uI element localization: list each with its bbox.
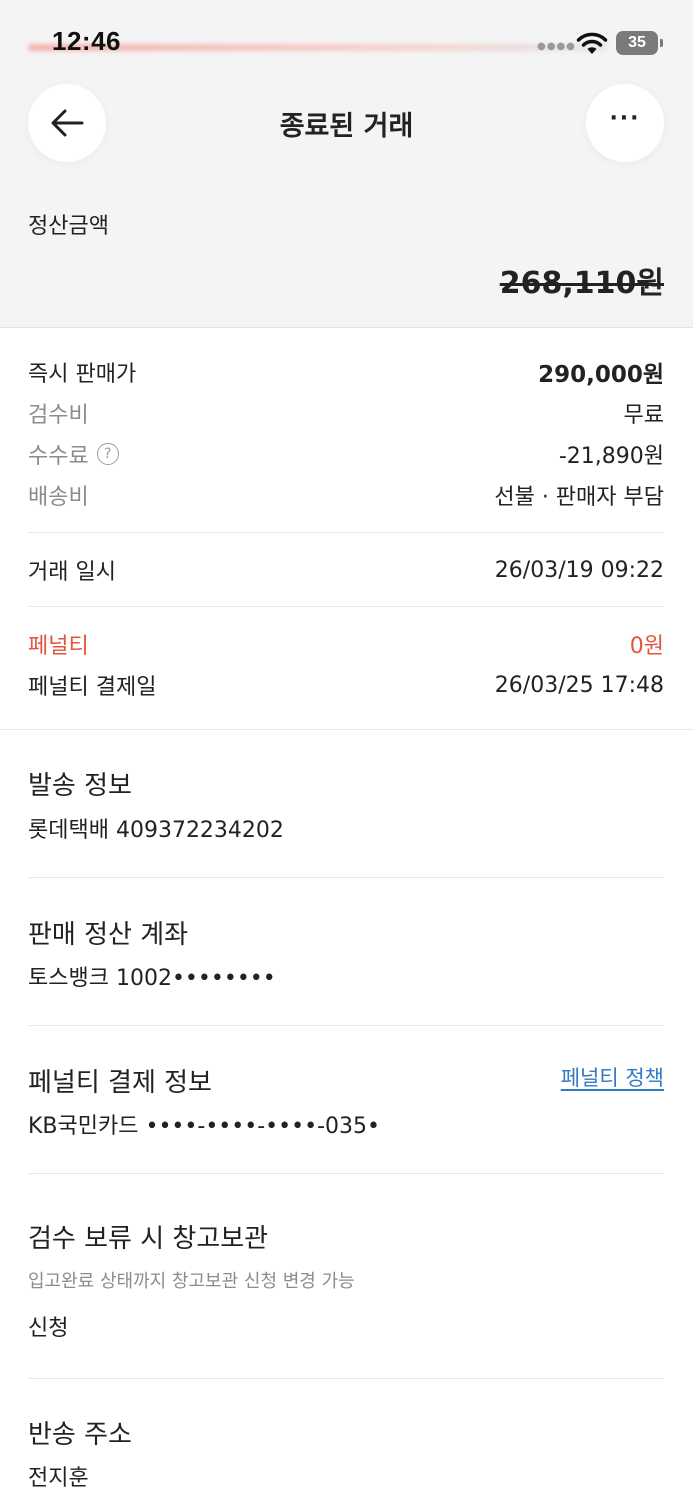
shipping-info-title: 발송 정보 xyxy=(28,771,132,801)
settlement-label: 정산금액 xyxy=(28,214,109,239)
status-bar: 12:46 ●●●● 35 xyxy=(0,0,693,90)
shipping-fee-row: 배송비 선불 · 판매자 부담 xyxy=(28,477,664,513)
more-options-button[interactable]: ··· xyxy=(586,84,664,162)
instant-price-label: 즉시 판매가 xyxy=(28,362,137,387)
trade-date-row: 거래 일시 26/03/19 09:22 xyxy=(28,552,664,588)
trade-date-label: 거래 일시 xyxy=(28,560,116,585)
penalty-payment-value: KB국민카드 ••••-••••-••••-035• xyxy=(28,1114,380,1139)
header-area: 12:46 ●●●● 35 종료된 거래 ··· xyxy=(0,0,693,178)
penalty-row: 페널티 0원 xyxy=(28,626,664,662)
inspection-fee-row: 검수비 무료 xyxy=(28,395,664,431)
commission-value: -21,890원 xyxy=(558,444,664,469)
penalty-label: 페널티 xyxy=(28,634,89,659)
inspection-fee-label: 검수비 xyxy=(28,403,89,428)
penalty-value: 0원 xyxy=(629,634,664,659)
return-address-name: 전지훈 xyxy=(28,1466,89,1491)
inspection-fee-value: 무료 xyxy=(623,403,664,428)
more-icon: ··· xyxy=(609,105,641,131)
penalty-date-row: 페널티 결제일 26/03/25 17:48 xyxy=(28,667,664,703)
instant-price-row: 즉시 판매가 290,000원 xyxy=(28,354,664,390)
divider xyxy=(28,1173,664,1174)
warehouse-title: 검수 보류 시 창고보관 xyxy=(28,1224,269,1254)
commission-row: 수수료 ? -21,890원 xyxy=(28,436,664,472)
shipping-fee-value: 선불 · 판매자 부담 xyxy=(494,485,664,510)
trade-date-value: 26/03/19 09:22 xyxy=(494,557,664,583)
status-time: 12:46 xyxy=(52,26,121,56)
battery-level: 35 xyxy=(628,34,646,51)
divider xyxy=(28,1378,664,1379)
settlement-account-title: 판매 정산 계좌 xyxy=(28,920,189,950)
instant-price-value: 290,000원 xyxy=(538,362,664,388)
return-address-title: 반송 주소 xyxy=(28,1420,132,1450)
divider xyxy=(28,1025,664,1026)
cellular-signal-icon: ●●●● xyxy=(537,41,576,52)
penalty-payment-title: 페널티 결제 정보 xyxy=(28,1068,212,1098)
penalty-policy-link[interactable]: 페널티 정책 xyxy=(561,1062,664,1092)
commission-label-group: 수수료 ? xyxy=(28,438,119,470)
penalty-date-value: 26/03/25 17:48 xyxy=(494,672,664,698)
help-icon[interactable]: ? xyxy=(96,443,119,465)
settlement-summary: 정산금액 268,110원 xyxy=(0,178,693,328)
shipping-fee-label: 배송비 xyxy=(28,485,89,510)
divider xyxy=(28,532,664,533)
settlement-amount: 268,110원 xyxy=(499,266,664,301)
wifi-icon xyxy=(576,32,608,54)
settlement-account-value: 토스뱅크 1002•••••••• xyxy=(28,966,276,991)
section-divider xyxy=(0,729,693,730)
divider xyxy=(28,877,664,878)
penalty-date-label: 페널티 결제일 xyxy=(28,675,157,700)
divider xyxy=(28,606,664,607)
warehouse-value[interactable]: 신청 xyxy=(28,1310,68,1342)
battery-icon: 35 xyxy=(616,31,663,55)
shipping-info-value: 롯데택배 409372234202 xyxy=(28,818,284,843)
commission-label: 수수료 xyxy=(28,444,89,469)
warehouse-note: 입고완료 상태까지 창고보관 신청 변경 가능 xyxy=(28,1271,355,1292)
